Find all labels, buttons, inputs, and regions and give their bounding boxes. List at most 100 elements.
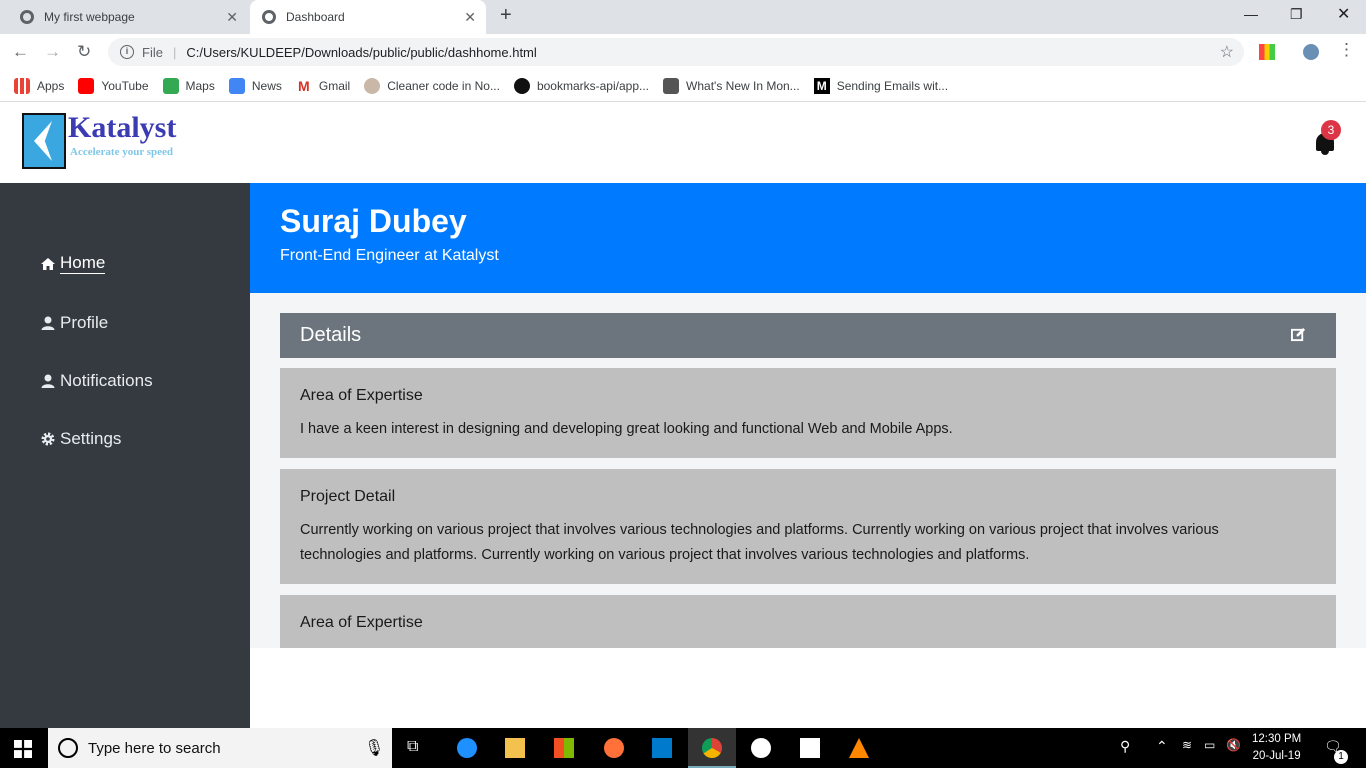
detail-card-text: I have a keen interest in designing and … — [300, 421, 953, 437]
detail-card-heading: Project Detail — [300, 488, 396, 505]
maps-icon — [162, 77, 179, 94]
bookmark-label: Sending Emails wit... — [836, 78, 949, 93]
task-view-icon[interactable]: ⧉ — [407, 738, 427, 758]
extension-icon[interactable] — [1259, 44, 1275, 60]
address-text[interactable]: C:/Users/KULDEEP/Downloads/public/public… — [186, 45, 536, 60]
battery-icon[interactable]: ▭ — [1204, 738, 1224, 758]
restore-icon[interactable]: ❐ — [1290, 6, 1303, 23]
close-tab-icon[interactable]: ✕ — [226, 9, 238, 26]
taskbar-search-box[interactable]: Type here to search 🎙 — [48, 728, 392, 768]
browser-tab-dashboard[interactable]: Dashboard ✕ — [250, 0, 486, 34]
globe-icon — [262, 10, 276, 24]
bookmark-apps[interactable]: Apps — [14, 77, 65, 94]
sidebar-item-notifications[interactable]: Notifications — [40, 371, 153, 391]
store-icon[interactable] — [554, 738, 574, 758]
file-explorer-icon[interactable] — [505, 738, 525, 758]
sidebar-item-label: Notifications — [60, 371, 153, 390]
gmail-icon: M — [295, 77, 312, 94]
bookmark-youtube[interactable]: YouTube — [78, 77, 149, 94]
profile-hero: Suraj Dubey Front-End Engineer at Kataly… — [250, 183, 1366, 293]
edge-icon[interactable] — [457, 738, 477, 758]
browser-tab-my-first-webpage[interactable]: My first webpage ✕ — [8, 0, 248, 34]
logo-name[interactable]: Katalyst — [68, 111, 176, 145]
gear-icon — [41, 432, 55, 446]
bookmark-label: What's New In Mon... — [686, 78, 800, 93]
github-icon — [513, 77, 530, 94]
bookmark-label: Apps — [37, 78, 65, 93]
bookmark-sending-emails[interactable]: M Sending Emails wit... — [813, 77, 949, 94]
address-bar[interactable]: i File | C:/Users/KULDEEP/Downloads/publ… — [108, 38, 1244, 66]
katalyst-logo-icon[interactable] — [22, 113, 66, 169]
home-icon — [41, 257, 55, 270]
bookmark-news[interactable]: News — [228, 77, 282, 94]
bookmark-whats-new[interactable]: What's New In Mon... — [663, 77, 800, 94]
sidebar-item-profile[interactable]: Profile — [40, 313, 108, 333]
menu-dots-icon[interactable]: ⋮ — [1338, 40, 1355, 60]
sidebar-item-label: Home — [60, 253, 106, 274]
minimize-icon[interactable]: — — [1244, 6, 1258, 22]
bookmark-label: Maps — [185, 78, 215, 93]
windows-taskbar: Type here to search 🎙 ⧉ ⚲ ⌃ ≋ ▭ 🔇 12:30 … — [0, 728, 1366, 768]
profile-name: Suraj Dubey — [280, 203, 467, 239]
tab-title: My first webpage — [44, 10, 135, 24]
forward-icon[interactable]: → — [44, 42, 61, 62]
sidebar-item-label: Settings — [60, 429, 122, 448]
clock-date: 20-Jul-19 — [1252, 750, 1301, 762]
cleaner-code-icon — [364, 77, 381, 94]
bookmark-maps[interactable]: Maps — [162, 77, 215, 94]
detail-card-text: Currently working on various project tha… — [300, 522, 1219, 563]
new-tab-icon[interactable]: + — [500, 4, 512, 27]
user-icon — [41, 374, 55, 388]
site-header: Katalyst Accelerate your speed 3 — [0, 103, 1366, 183]
bookmark-gmail[interactable]: M Gmail — [295, 77, 350, 94]
profile-avatar-icon[interactable] — [1303, 44, 1319, 60]
close-tab-icon[interactable]: ✕ — [464, 9, 476, 26]
sidebar-item-home[interactable]: Home — [40, 253, 106, 274]
volume-muted-icon[interactable]: 🔇 — [1226, 738, 1246, 758]
sidebar-item-settings[interactable]: Settings — [40, 429, 121, 449]
windows-start-icon[interactable] — [14, 740, 32, 758]
bookmark-cleaner-code[interactable]: Cleaner code in No... — [364, 77, 500, 94]
whats-new-icon — [663, 77, 680, 94]
youtube-icon — [78, 77, 95, 94]
vlc-icon[interactable] — [849, 738, 869, 758]
bookmark-star-icon[interactable]: ☆ — [1220, 42, 1234, 62]
bookmark-label: Cleaner code in No... — [387, 78, 500, 93]
profile-role: Front-End Engineer at Katalyst — [280, 247, 499, 264]
people-icon[interactable]: ⚲ — [1120, 738, 1140, 758]
chrome-icon[interactable] — [702, 738, 722, 758]
user-icon — [41, 316, 55, 330]
wifi-icon[interactable]: ≋ — [1182, 738, 1202, 758]
microphone-icon[interactable]: 🎙 — [364, 738, 384, 758]
clock-time: 12:30 PM — [1252, 733, 1302, 745]
detail-card: Project Detail Currently working on vari… — [280, 469, 1336, 584]
globe-icon — [20, 10, 34, 24]
file-label: File — [142, 44, 163, 60]
sidebar: Home Profile Notifications Settings — [0, 183, 250, 728]
notification-count-badge: 3 — [1321, 120, 1341, 140]
main-content: Suraj Dubey Front-End Engineer at Kataly… — [250, 183, 1366, 728]
edit-icon[interactable] — [1291, 327, 1306, 342]
details-title: Details — [300, 324, 362, 346]
chevron-up-icon[interactable]: ⌃ — [1156, 738, 1176, 758]
mail-icon[interactable] — [800, 738, 820, 758]
firefox-icon[interactable] — [604, 738, 624, 758]
address-separator: | — [172, 44, 177, 60]
mongodb-icon[interactable] — [751, 738, 771, 758]
tab-title: Dashboard — [286, 10, 345, 24]
sidebar-item-label: Profile — [60, 313, 109, 332]
apps-grid-icon — [14, 77, 30, 94]
cortana-icon — [58, 738, 78, 758]
details-section: Details Area of Expertise I have a keen … — [250, 293, 1366, 648]
vscode-icon[interactable] — [652, 738, 672, 758]
back-icon[interactable]: ← — [12, 42, 29, 62]
window-close-icon[interactable]: ✕ — [1337, 4, 1350, 24]
bookmark-bookmarks-api[interactable]: bookmarks-api/app... — [513, 77, 650, 94]
logo-tagline: Accelerate your speed — [70, 146, 174, 158]
bookmark-label: bookmarks-api/app... — [536, 78, 650, 93]
search-placeholder: Type here to search — [88, 739, 221, 757]
medium-icon: M — [813, 77, 830, 94]
taskbar-clock[interactable]: 12:30 PM 20-Jul-19 — [1252, 731, 1301, 765]
info-icon[interactable]: i — [120, 45, 134, 59]
reload-icon[interactable]: ↻ — [77, 42, 91, 62]
